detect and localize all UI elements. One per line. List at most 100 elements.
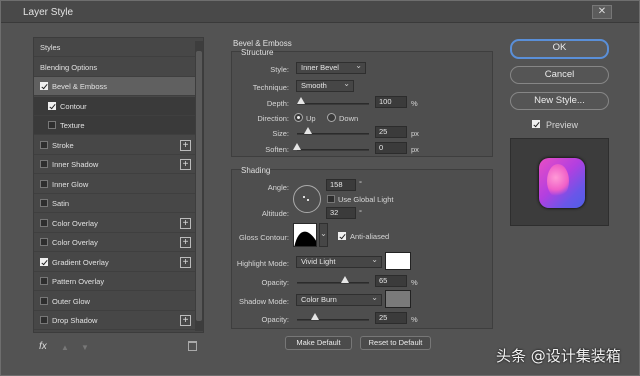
style-item-label: Pattern Overlay (52, 277, 105, 286)
pattern-overlay-checkbox[interactable] (40, 277, 48, 285)
angle-input[interactable]: 158 (326, 179, 356, 191)
soften-slider-thumb[interactable] (293, 143, 301, 150)
size-label: Size: (272, 129, 289, 138)
angle-label: Angle: (267, 183, 289, 192)
move-down-icon[interactable]: ▼ (81, 343, 89, 352)
add-stroke-icon[interactable]: + (180, 139, 191, 151)
preview-thumbnail (539, 158, 585, 208)
outer-glow-checkbox[interactable] (40, 296, 48, 305)
style-item-label: Styles (40, 43, 61, 52)
depth-label: Depth: (266, 99, 289, 108)
style-item-inner-shadow[interactable]: Inner Shadow + (34, 155, 196, 174)
drop-shadow-checkbox[interactable] (40, 316, 48, 324)
style-preview (510, 138, 609, 226)
style-item-inner-glow[interactable]: Inner Glow (34, 175, 196, 194)
angle-dial[interactable] (293, 185, 321, 213)
styles-list-scrollbar[interactable] (195, 41, 203, 331)
style-item-label: Bevel & Emboss (52, 82, 108, 91)
technique-dropdown[interactable]: Smooth (296, 79, 354, 92)
inner-glow-checkbox[interactable] (40, 179, 48, 188)
color-overlay-checkbox[interactable] (40, 218, 48, 227)
style-item-gradient-overlay[interactable]: Gradient Overlay + (34, 253, 196, 272)
trash-icon[interactable] (188, 341, 197, 351)
direction-label: Direction: (257, 114, 289, 123)
contour-checkbox[interactable] (48, 101, 56, 110)
layer-style-dialog: Layer Style ✕ Styles Blending Options Beve… (0, 0, 640, 376)
anti-aliased-checkbox[interactable] (338, 232, 346, 240)
shadow-opacity-slider[interactable] (297, 319, 369, 321)
highlight-opacity-label: Opacity: (261, 278, 289, 287)
move-up-icon[interactable]: ▲ (61, 343, 69, 352)
bevel-section-title: Bevel & Emboss (233, 39, 292, 48)
cancel-button[interactable]: Cancel (510, 66, 609, 84)
altitude-input[interactable]: 32 (326, 207, 356, 219)
bevel-emboss-checkbox[interactable] (40, 82, 48, 90)
highlight-mode-dropdown[interactable]: Vivid Light (296, 255, 382, 268)
shadow-mode-dropdown[interactable]: Color Burn (296, 293, 382, 306)
style-item-outer-glow[interactable]: Outer Glow (34, 292, 196, 311)
shading-title: Shading (241, 166, 271, 175)
title-bar[interactable]: Layer Style ✕ (1, 1, 639, 23)
style-item-satin[interactable]: Satin (34, 194, 196, 213)
style-item-bevel-emboss[interactable]: Bevel & Emboss (34, 77, 196, 96)
gloss-contour-dropdown-arrow[interactable]: ⌄ (319, 223, 328, 247)
reset-to-default-button[interactable]: Reset to Default (360, 336, 431, 350)
style-item-blending-options[interactable]: Blending Options (34, 58, 196, 77)
technique-label: Technique: (252, 83, 289, 92)
size-input[interactable]: 25 (375, 126, 407, 138)
close-button[interactable]: ✕ (592, 5, 612, 19)
style-item-drop-shadow[interactable]: Drop Shadow + (34, 311, 196, 330)
gloss-contour-picker[interactable] (293, 223, 317, 247)
new-style-button[interactable]: New Style... (510, 92, 609, 110)
use-global-light-label: Use Global Light (338, 195, 394, 204)
make-default-button[interactable]: Make Default (285, 336, 352, 350)
add-drop-shadow-icon[interactable]: + (180, 315, 191, 326)
style-item-color-overlay[interactable]: Color Overlay + (34, 233, 196, 252)
direction-up-radio[interactable] (294, 113, 303, 122)
depth-input[interactable]: 100 (375, 96, 407, 108)
shadow-opacity-thumb[interactable] (311, 313, 319, 320)
style-item-pattern-overlay[interactable]: Pattern Overlay (34, 272, 196, 291)
scrollbar-thumb[interactable] (196, 51, 202, 321)
style-item-label: Outer Glow (52, 296, 90, 306)
add-color-overlay-icon[interactable]: + (180, 217, 191, 229)
style-item-texture[interactable]: Texture (34, 116, 196, 135)
color-overlay-checkbox[interactable] (40, 238, 48, 246)
inner-shadow-checkbox[interactable] (40, 160, 48, 168)
preview-highlight (547, 164, 569, 198)
shadow-opacity-input[interactable]: 25 (375, 312, 407, 324)
gradient-overlay-checkbox[interactable] (40, 257, 48, 266)
ok-button[interactable]: OK (510, 39, 609, 59)
style-dropdown[interactable]: Inner Bevel (296, 61, 366, 74)
depth-slider[interactable] (297, 103, 369, 105)
size-slider-thumb[interactable] (304, 127, 312, 134)
style-item-label: Satin (52, 199, 70, 208)
soften-input[interactable]: 0 (375, 142, 407, 154)
style-item-color-overlay[interactable]: Color Overlay + (34, 214, 196, 233)
soften-slider[interactable] (297, 149, 369, 151)
style-item-stroke[interactable]: Stroke + (34, 136, 196, 155)
satin-checkbox[interactable] (40, 199, 48, 207)
direction-down-radio[interactable] (327, 113, 336, 122)
style-item-label: Inner Shadow (52, 160, 99, 169)
highlight-color-swatch[interactable] (385, 252, 411, 270)
highlight-opacity-slider[interactable] (297, 282, 369, 284)
stroke-checkbox[interactable] (40, 140, 48, 149)
depth-slider-thumb[interactable] (297, 97, 305, 104)
highlight-opacity-thumb[interactable] (341, 276, 349, 283)
preview-checkbox[interactable] (532, 120, 540, 128)
style-item-contour[interactable]: Contour (34, 96, 196, 116)
altitude-label: Altitude: (261, 209, 289, 218)
texture-checkbox[interactable] (48, 121, 56, 129)
style-item-styles[interactable]: Styles (34, 38, 196, 57)
shadow-opacity-unit: % (411, 315, 418, 324)
direction-up-label: Up (306, 114, 316, 123)
add-inner-shadow-icon[interactable]: + (180, 159, 191, 170)
style-item-label: Stroke (52, 140, 74, 150)
fx-menu-icon[interactable]: fx (39, 341, 47, 352)
use-global-light-checkbox[interactable] (327, 195, 335, 203)
shadow-color-swatch[interactable] (385, 290, 411, 308)
add-gradient-overlay-icon[interactable]: + (180, 256, 191, 268)
highlight-opacity-input[interactable]: 65 (375, 275, 407, 287)
add-color-overlay-icon[interactable]: + (180, 237, 191, 248)
